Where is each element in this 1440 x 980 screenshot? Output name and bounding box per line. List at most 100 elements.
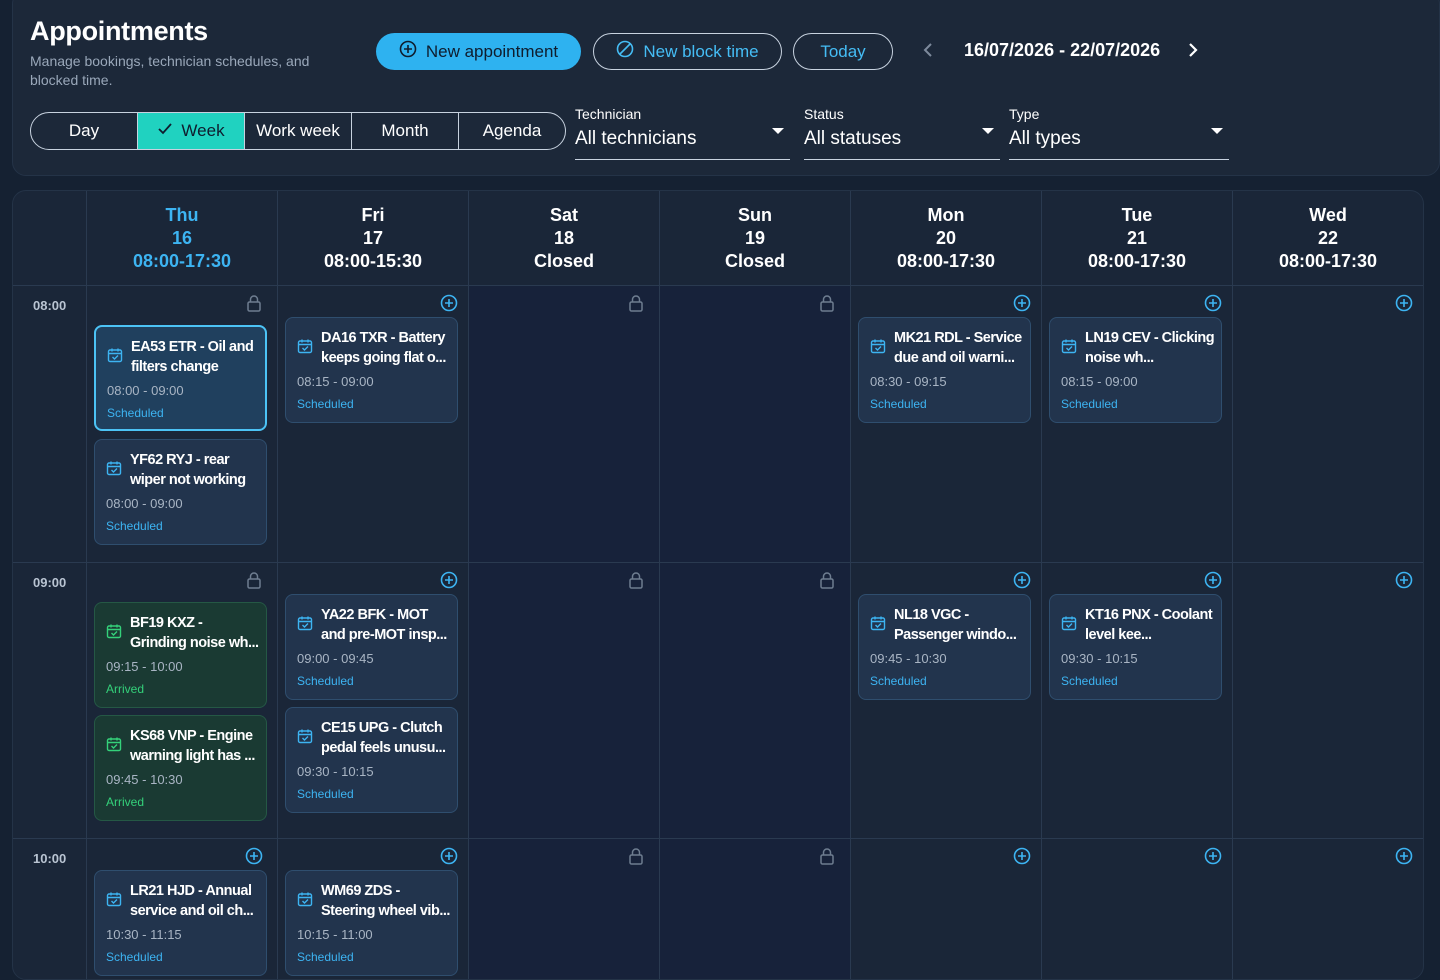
day-header-sun[interactable]: Sun 19 Closed [659,191,850,285]
plus-circle-icon[interactable] [1395,294,1413,312]
type-value: All types [1009,128,1081,149]
day-header-mon[interactable]: Mon 20 08:00-17:30 [850,191,1041,285]
appointment-title: WM69 ZDS - Steering wheel vib... [321,883,450,919]
appointment-card[interactable]: YF62 RYJ - rear wiper not working 08:00 … [94,439,267,545]
appointment-card[interactable]: KT16 PNX - Coolant level kee... 09:30 - … [1049,594,1222,700]
appointment-title: LN19 CEV - Clicking noise wh... [1085,330,1215,366]
plus-circle-icon [399,40,417,63]
view-month-button[interactable]: Month [352,113,459,149]
calendar-check-icon [107,347,123,363]
status-value: All statuses [804,128,902,149]
day-name: Mon [927,204,965,225]
appointment-card[interactable]: YA22 BFK - MOT and pre-MOT insp... 09:00… [285,594,458,700]
plus-circle-icon[interactable] [1204,294,1222,312]
technician-select[interactable]: Technician All technicians [575,106,790,160]
appointment-card[interactable]: CE15 UPG - Clutch pedal feels unusu... 0… [285,707,458,813]
appointment-status: Arrived [106,682,145,696]
appointment-title: KT16 PNX - Coolant level kee... [1085,607,1213,643]
today-button[interactable]: Today [793,33,893,70]
appointment-card[interactable]: EA53 ETR - Oil and filters change 08:00 … [94,325,267,431]
caret-down-icon [1211,128,1223,134]
day-header-tue[interactable]: Tue 21 08:00-17:30 [1041,191,1232,285]
plus-circle-icon[interactable] [1204,571,1222,589]
appointment-status: Scheduled [297,950,354,964]
plus-circle-icon[interactable] [440,294,458,312]
day-header-sat[interactable]: Sat 18 Closed [468,191,659,285]
appointment-card[interactable]: DA16 TXR - Battery keeps going flat o...… [285,317,458,423]
lock-icon [245,294,263,312]
plus-circle-icon[interactable] [1013,571,1031,589]
calendar-check-icon [106,623,122,639]
hour-divider [13,562,1423,563]
appointment-title: EA53 ETR - Oil and filters change [131,339,254,375]
calendar-check-icon [297,338,313,354]
view-week-button[interactable]: Week [138,113,245,149]
view-month-label: Month [381,121,429,140]
appointment-title: YA22 BFK - MOT and pre-MOT insp... [321,607,447,643]
appointment-time: 09:15 - 10:00 [106,659,183,674]
closed-day-column [660,286,850,979]
appointment-title: BF19 KXZ - Grinding noise wh... [130,615,259,651]
lock-icon [818,294,836,312]
appointment-card[interactable]: MK21 RDL - Service due and oil warni... … [858,317,1031,423]
day-hours: 08:00-17:30 [896,250,996,271]
view-work-week-label: Work week [256,121,340,140]
view-day-button[interactable]: Day [31,113,138,149]
day-header-thu[interactable]: Thu 16 08:00-17:30 [86,191,277,285]
next-week-button[interactable] [1181,40,1205,64]
column-divider [86,286,87,979]
column-divider [850,286,851,979]
appointment-card[interactable]: LR21 HJD - Annual service and oil ch... … [94,870,267,976]
time-label: 08:00 [33,298,67,313]
new-appointment-button[interactable]: New appointment [376,33,581,70]
day-hours: Closed [724,250,785,271]
view-work-week-button[interactable]: Work week [245,113,352,149]
appointment-time: 09:45 - 10:30 [106,772,183,787]
column-divider [468,286,469,979]
chevron-right-icon [1187,42,1199,63]
appointment-title: YF62 RYJ - rear wiper not working [130,452,246,488]
appointment-time: 10:30 - 11:15 [106,927,182,942]
plus-circle-icon[interactable] [1395,571,1413,589]
lock-icon [245,571,263,589]
appointment-card[interactable]: WM69 ZDS - Steering wheel vib... 10:15 -… [285,870,458,976]
appointment-card[interactable]: KS68 VNP - Engine warning light has ... … [94,715,267,821]
new-block-time-button[interactable]: New block time [593,33,782,70]
appointment-title: NL18 VGC - Passenger windo... [894,607,1017,643]
status-select[interactable]: Status All statuses [804,106,1000,160]
appointment-status: Scheduled [870,674,927,688]
previous-week-button[interactable] [916,40,940,64]
appointment-status: Arrived [106,795,145,809]
plus-circle-icon[interactable] [245,847,263,865]
plus-circle-icon[interactable] [1395,847,1413,865]
closed-day-column [469,286,659,979]
day-name: Wed [1309,204,1347,225]
type-select[interactable]: Type All types [1009,106,1229,160]
appointment-card[interactable]: BF19 KXZ - Grinding noise wh... 09:15 - … [94,602,267,708]
column-divider [659,286,660,979]
appointment-time: 09:00 - 09:45 [297,651,374,666]
view-agenda-button[interactable]: Agenda [459,113,565,149]
appointment-title: CE15 UPG - Clutch pedal feels unusu... [321,720,446,756]
plus-circle-icon[interactable] [440,847,458,865]
appointment-time: 09:30 - 10:15 [297,764,374,779]
calendar-check-icon [297,728,313,744]
plus-circle-icon[interactable] [440,571,458,589]
day-hours: 08:00-17:30 [1087,250,1187,271]
day-hours: 08:00-17:30 [1278,250,1378,271]
day-date: 22 [1317,227,1339,248]
appointment-card[interactable]: LN19 CEV - Clicking noise wh... 08:15 - … [1049,317,1222,423]
caret-down-icon [982,128,994,134]
calendar-check-icon [1061,615,1077,631]
plus-circle-icon[interactable] [1013,847,1031,865]
lock-icon [627,571,645,589]
appointment-card[interactable]: NL18 VGC - Passenger windo... 09:45 - 10… [858,594,1031,700]
day-header-fri[interactable]: Fri 17 08:00-15:30 [277,191,468,285]
day-header-wed[interactable]: Wed 22 08:00-17:30 [1232,191,1423,285]
appointment-time: 08:15 - 09:00 [1061,374,1138,389]
appointment-status: Scheduled [106,519,163,533]
calendar-header: Thu 16 08:00-17:30 Fri 17 08:00-15:30 Sa… [13,191,1423,286]
time-label: 09:00 [33,575,67,590]
plus-circle-icon[interactable] [1204,847,1222,865]
plus-circle-icon[interactable] [1013,294,1031,312]
